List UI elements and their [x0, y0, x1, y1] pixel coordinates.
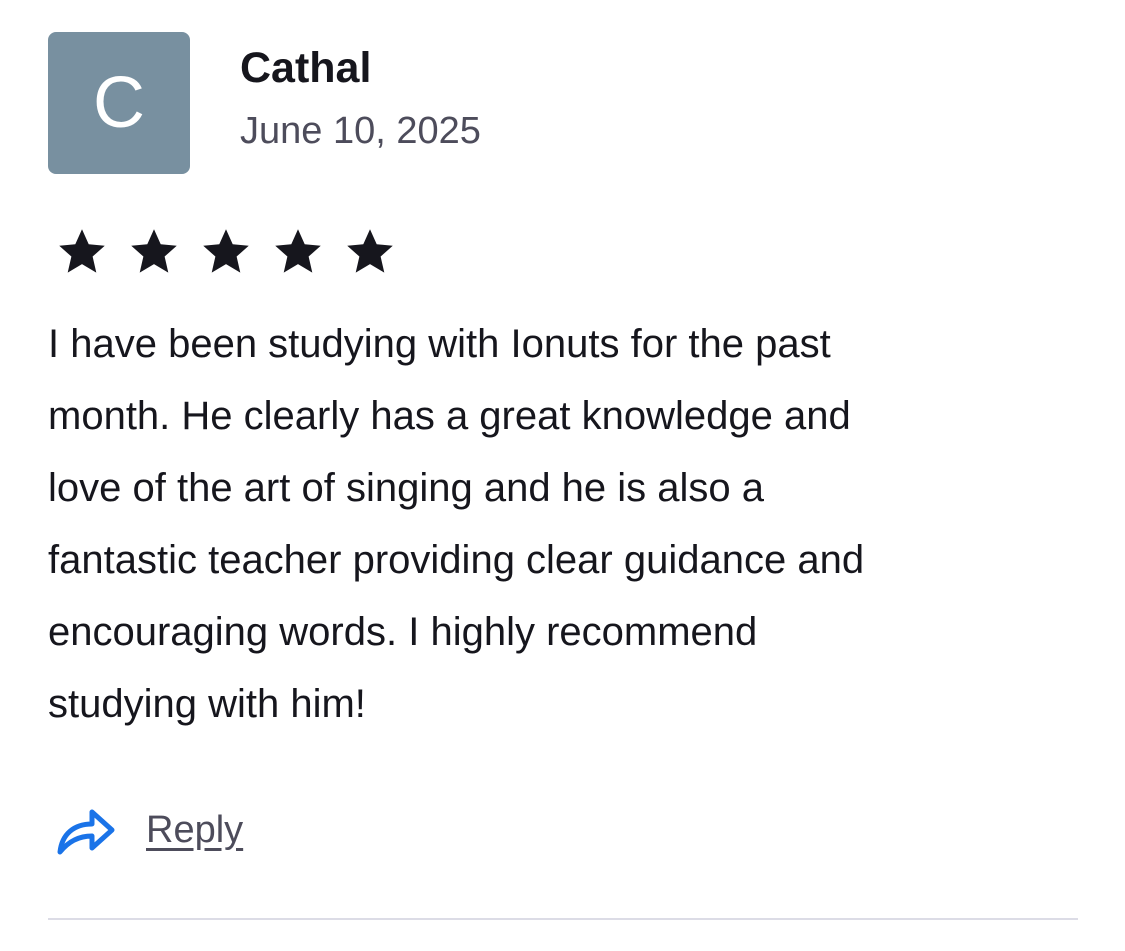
reviewer-name: Cathal: [240, 44, 372, 92]
star-rating: [56, 226, 1078, 278]
review-text-line: month. He clearly has a great knowledge …: [48, 394, 851, 438]
review-text-line: encouraging words. I highly recommend: [48, 610, 758, 654]
star-icon: [272, 226, 324, 278]
review-text: I have been studying with Ionuts for the…: [48, 308, 1058, 740]
review-card: C Cathal June 10, 2025 I have been study…: [48, 32, 1078, 860]
reply-link[interactable]: Reply: [146, 809, 243, 852]
avatar: C: [48, 32, 190, 174]
star-icon: [128, 226, 180, 278]
review-meta: Cathal June 10, 2025: [240, 32, 481, 156]
review-header: C Cathal June 10, 2025: [48, 32, 1078, 174]
avatar-initial: C: [93, 63, 145, 143]
reply-action[interactable]: Reply: [54, 800, 1078, 860]
review-text-line: love of the art of singing and he is als…: [48, 466, 765, 510]
divider: [48, 918, 1078, 920]
reply-arrow-icon[interactable]: [54, 800, 118, 860]
star-icon: [344, 226, 396, 278]
review-date: June 10, 2025: [240, 110, 481, 152]
review-text-line: I have been studying with Ionuts for the…: [48, 322, 831, 366]
review-text-line: fantastic teacher providing clear guidan…: [48, 538, 865, 582]
star-icon: [200, 226, 252, 278]
star-icon: [56, 226, 108, 278]
review-text-line: studying with him!: [48, 682, 366, 726]
